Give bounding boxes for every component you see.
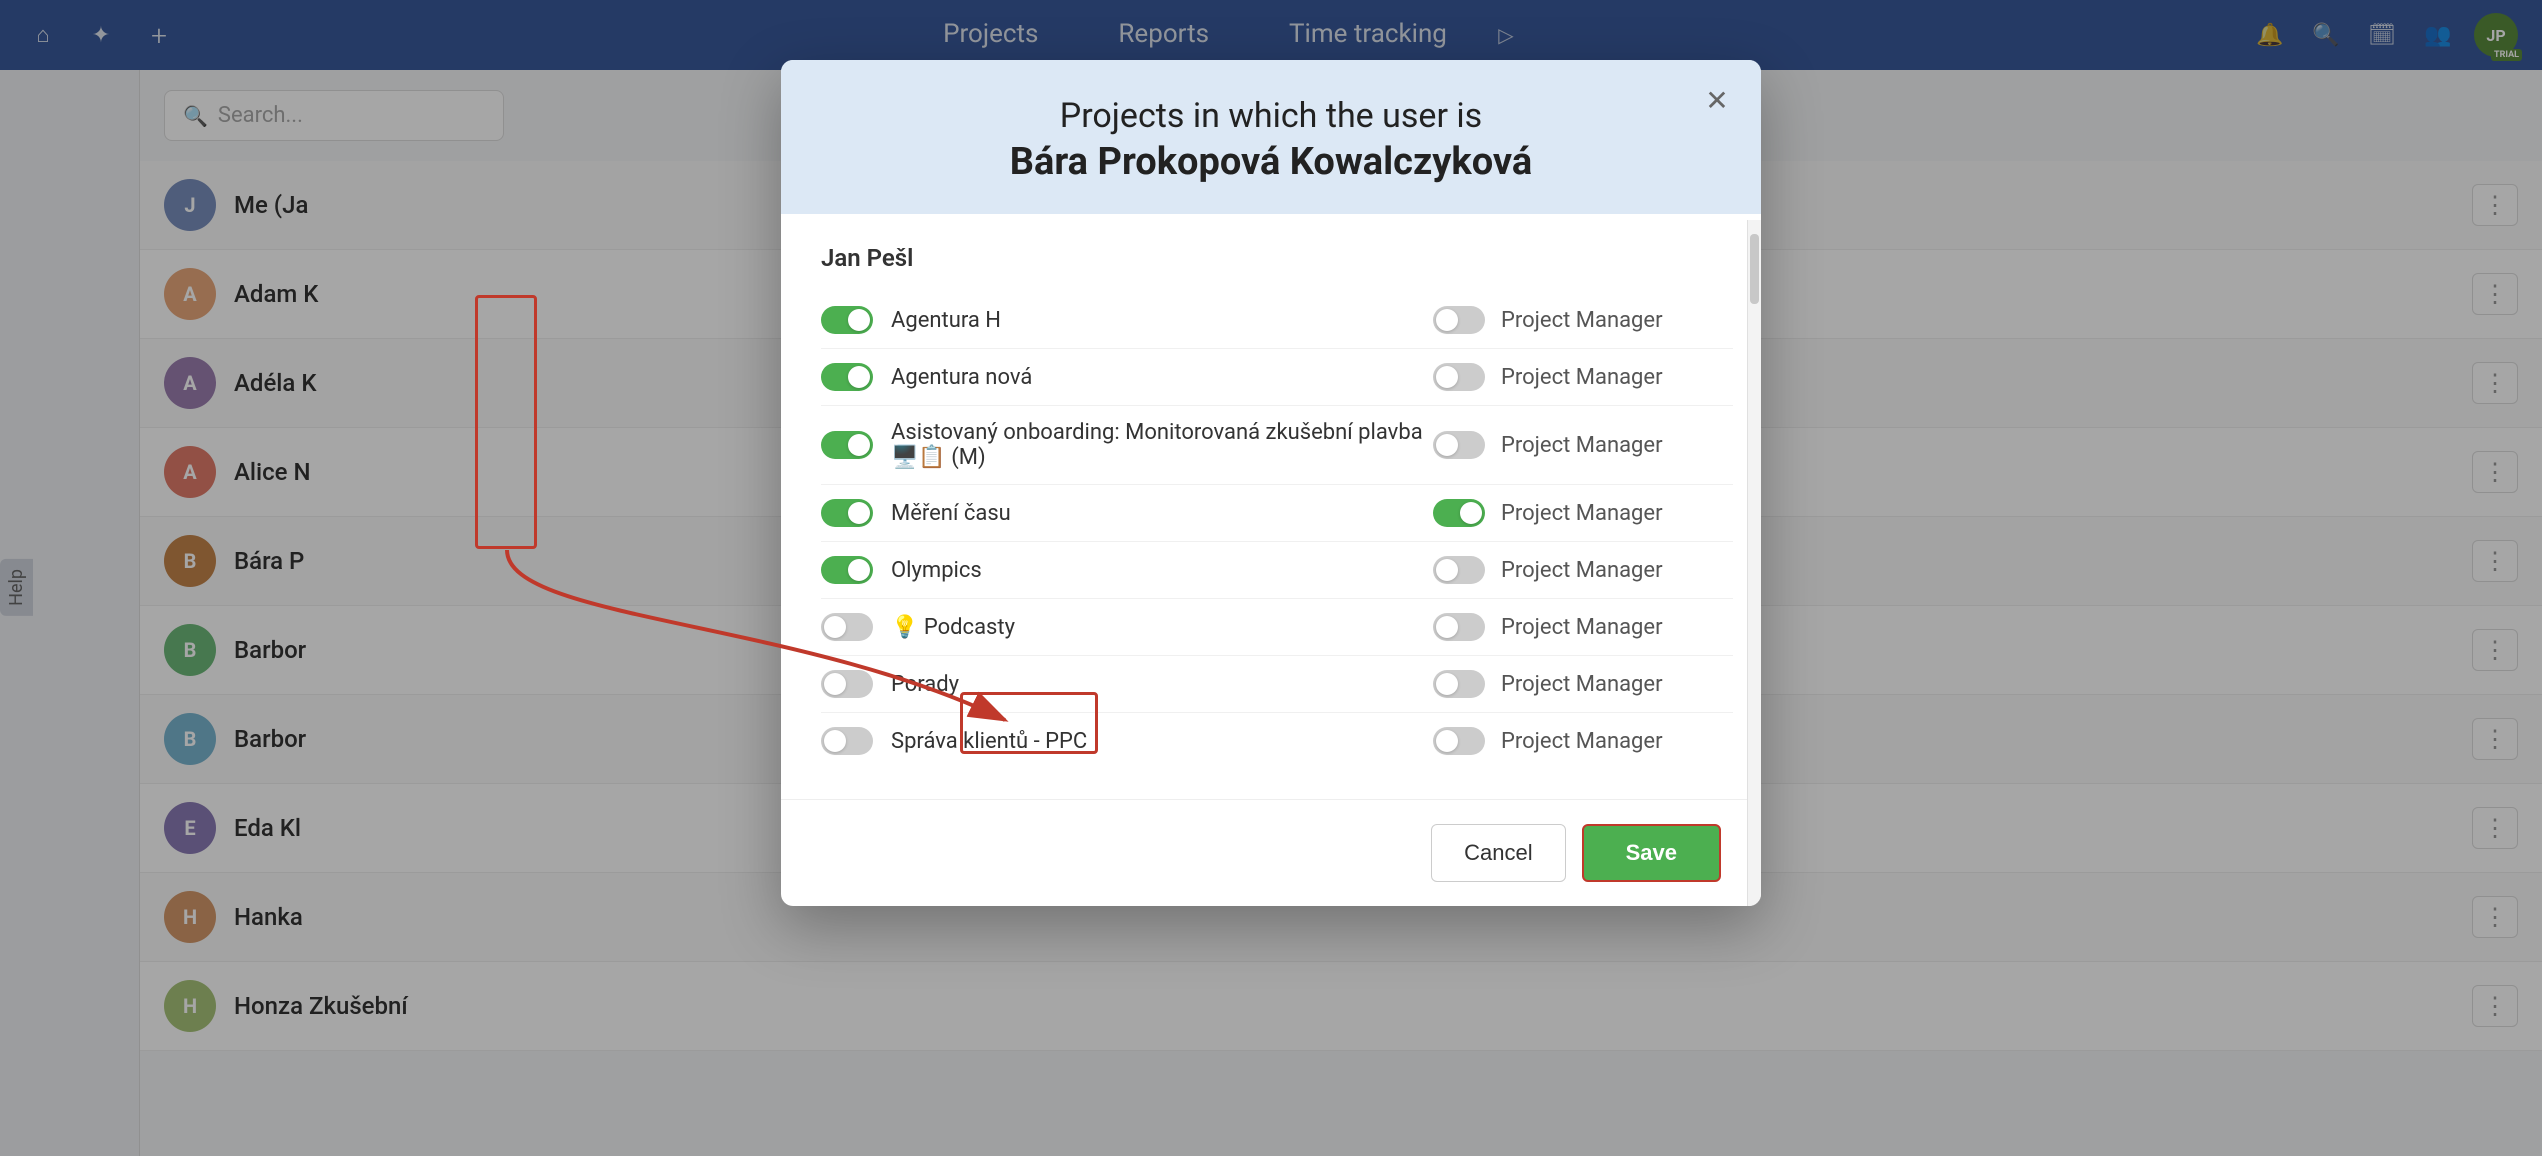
modal-body: Jan Pešl Agentura H Project Manager Agen…	[781, 214, 1761, 799]
project-name: Porady	[891, 672, 1433, 697]
pm-label: Project Manager	[1501, 558, 1663, 583]
project-manager-section: Project Manager	[1433, 556, 1733, 584]
pm-label: Project Manager	[1501, 308, 1663, 333]
pm-label: Project Manager	[1501, 672, 1663, 697]
modal-footer: Cancel Save	[781, 799, 1761, 906]
project-toggle[interactable]	[821, 431, 873, 459]
project-manager-section: Project Manager	[1433, 306, 1733, 334]
pm-toggle[interactable]	[1433, 499, 1485, 527]
modal-scrollbar[interactable]	[1747, 220, 1761, 906]
project-name: Správa klientů - PPC	[891, 729, 1433, 754]
project-toggle[interactable]	[821, 499, 873, 527]
pm-toggle[interactable]	[1433, 670, 1485, 698]
project-name: 💡 Podcasty	[891, 615, 1433, 640]
modal-header: Projects in which the user is Bára Proko…	[781, 60, 1761, 214]
project-name: Olympics	[891, 558, 1433, 583]
pm-label: Project Manager	[1501, 501, 1663, 526]
project-manager-section: Project Manager	[1433, 499, 1733, 527]
project-name: Agentura nová	[891, 365, 1433, 390]
project-manager-section: Project Manager	[1433, 670, 1733, 698]
project-row: Agentura H Project Manager	[821, 292, 1733, 349]
pm-toggle[interactable]	[1433, 727, 1485, 755]
project-name: Asistovaný onboarding: Monitorovaná zkuš…	[891, 420, 1433, 470]
pm-toggle[interactable]	[1433, 556, 1485, 584]
scrollbar-thumb	[1750, 234, 1759, 304]
project-row: Porady Project Manager	[821, 656, 1733, 713]
project-toggle[interactable]	[821, 363, 873, 391]
pm-label: Project Manager	[1501, 365, 1663, 390]
pm-label: Project Manager	[1501, 615, 1663, 640]
project-toggle[interactable]	[821, 727, 873, 755]
project-toggle[interactable]	[821, 613, 873, 641]
project-manager-section: Project Manager	[1433, 613, 1733, 641]
section-owner-label: Jan Pešl	[821, 244, 1733, 272]
project-manager-section: Project Manager	[1433, 431, 1733, 459]
pm-toggle[interactable]	[1433, 363, 1485, 391]
pm-toggle[interactable]	[1433, 613, 1485, 641]
project-toggle[interactable]	[821, 306, 873, 334]
modal-close-button[interactable]: ✕	[1697, 80, 1737, 120]
project-row: Olympics Project Manager	[821, 542, 1733, 599]
pm-toggle[interactable]	[1433, 431, 1485, 459]
project-name: Agentura H	[891, 308, 1433, 333]
project-toggle[interactable]	[821, 556, 873, 584]
project-name: Měření času	[891, 501, 1433, 526]
modal-title-line1: Projects in which the user is	[821, 96, 1721, 136]
project-row: Asistovaný onboarding: Monitorovaná zkuš…	[821, 406, 1733, 485]
project-icon: 💡	[891, 615, 918, 640]
project-toggle[interactable]	[821, 670, 873, 698]
project-row: 💡 Podcasty Project Manager	[821, 599, 1733, 656]
save-button[interactable]: Save	[1582, 824, 1721, 882]
modal-dialog: Projects in which the user is Bára Proko…	[781, 60, 1761, 906]
project-row: Agentura nová Project Manager	[821, 349, 1733, 406]
pm-label: Project Manager	[1501, 729, 1663, 754]
pm-toggle[interactable]	[1433, 306, 1485, 334]
project-row: Měření času Project Manager	[821, 485, 1733, 542]
project-manager-section: Project Manager	[1433, 363, 1733, 391]
project-manager-section: Project Manager	[1433, 727, 1733, 755]
pm-label: Project Manager	[1501, 433, 1663, 458]
project-row: Správa klientů - PPC Project Manager	[821, 713, 1733, 769]
cancel-button[interactable]: Cancel	[1431, 824, 1565, 882]
modal-title-line2: Bára Prokopová Kowalczyková	[821, 140, 1721, 184]
